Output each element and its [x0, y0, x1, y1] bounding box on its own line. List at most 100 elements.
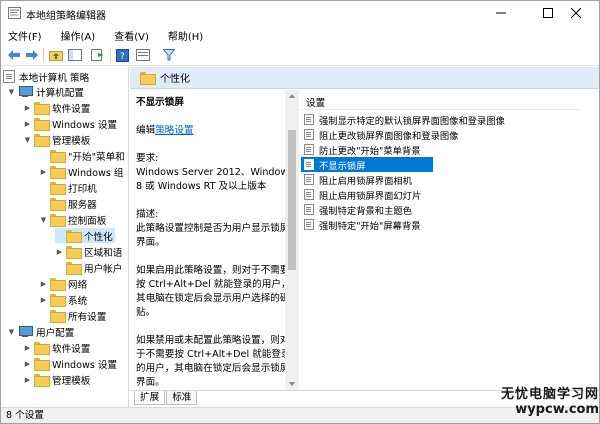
tree-node-network[interactable]: ▶ 网络 — [39, 276, 87, 291]
tree-node-user-admin-templates[interactable]: ▶ 管理模板 — [23, 372, 90, 387]
tree-node-system[interactable]: ▶ 系统 — [39, 292, 87, 307]
menu-action[interactable]: 操作(A) — [61, 28, 96, 43]
expand-icon[interactable]: ▶ — [39, 276, 48, 291]
folder-icon — [50, 214, 66, 227]
expand-icon[interactable]: ▶ — [23, 116, 32, 131]
tree-node-user-config[interactable]: ▼ 用户配置 — [7, 324, 74, 339]
computer-icon — [18, 85, 33, 98]
watermark-url: wypcw.com — [515, 402, 599, 417]
tree-node-user-windows-settings[interactable]: ▶ Windows 设置 — [23, 356, 117, 371]
tree-node-windows-settings[interactable]: ▶ Windows 设置 — [23, 116, 117, 131]
gpedit-window: 本地组策略编辑器 文件(F) 操作(A) 查看(V) 帮助(H) ? 本地计算机… — [0, 0, 600, 424]
policy-setting-icon — [304, 129, 314, 140]
export-icon — [91, 49, 104, 61]
list-item[interactable]: 防止更改"开始"菜单背景 — [301, 142, 581, 157]
menu-view[interactable]: 查看(V) — [114, 28, 149, 43]
list-item[interactable]: 强制特定背景和主题色 — [301, 202, 581, 217]
tree-node-windows-components[interactable]: ▶ Windows 组 — [39, 164, 123, 179]
tree-node-start-menu[interactable]: "开始"菜单和 — [39, 148, 125, 163]
tree-node-label: 服务器 — [68, 199, 97, 211]
list-item[interactable]: 阻止更改锁屏界面图像和登录图像 — [301, 127, 581, 142]
collapse-icon[interactable]: ▼ — [7, 324, 16, 339]
minimize-button[interactable] — [479, 1, 523, 25]
expand-icon[interactable]: ▶ — [39, 164, 48, 179]
expand-icon[interactable]: ▶ — [39, 292, 48, 307]
close-button[interactable] — [554, 1, 598, 25]
scroll-up-icon[interactable] — [289, 94, 295, 98]
user-config-icon — [18, 325, 33, 338]
expand-icon[interactable]: ▶ — [23, 356, 32, 371]
show-tree-button[interactable] — [67, 47, 83, 63]
policy-setting-icon — [304, 174, 314, 185]
folder-icon — [50, 182, 66, 195]
list-item-label: 阻止启用锁屏界面相机 — [319, 175, 412, 187]
scroll-down-icon[interactable] — [289, 382, 295, 386]
edit-policy-link[interactable]: 策略设置 — [155, 125, 193, 136]
policy-setting-icon — [304, 114, 314, 125]
folder-icon — [50, 198, 66, 211]
menu-help[interactable]: 帮助(H) — [168, 28, 203, 43]
expand-icon[interactable]: ▶ — [55, 244, 64, 259]
list-item[interactable]: 阻止启用锁屏界面幻灯片 — [301, 187, 581, 202]
tree-node-server[interactable]: 服务器 — [39, 196, 97, 211]
tree-node-software-settings[interactable]: ▶ 软件设置 — [23, 100, 90, 115]
expand-icon[interactable]: ▶ — [23, 100, 32, 115]
folder-up-icon — [49, 51, 63, 61]
menu-bar: 文件(F) 操作(A) 查看(V) 帮助(H) — [1, 27, 599, 44]
expand-icon[interactable]: ▶ — [23, 372, 32, 387]
back-button[interactable] — [6, 47, 22, 63]
tree-node-label: 本地计算机 策略 — [19, 72, 90, 84]
tree-node-all-settings[interactable]: 所有设置 — [39, 308, 106, 323]
column-header-setting[interactable]: 设置 — [301, 94, 581, 110]
folder-icon — [50, 294, 66, 307]
up-folder-button[interactable] — [48, 47, 64, 63]
description-label: 描述: — [136, 209, 159, 220]
properties-button[interactable] — [135, 47, 151, 63]
minimize-icon — [496, 12, 506, 14]
console-tree-icon — [68, 49, 82, 61]
tree-node-computer-config[interactable]: ▼ 计算机配置 — [7, 84, 84, 99]
menu-file[interactable]: 文件(F) — [8, 28, 42, 43]
filter-button[interactable] — [161, 47, 177, 63]
list-item[interactable]: 阻止启用锁屏界面相机 — [301, 172, 581, 187]
tree-node-printers[interactable]: 打印机 — [39, 180, 97, 195]
tree-node-admin-templates[interactable]: ▼ 管理模板 — [23, 132, 90, 147]
tree-node-label: "开始"菜单和 — [68, 151, 125, 163]
tab-extended[interactable]: 扩展 — [134, 391, 166, 405]
scrollbar-thumb[interactable] — [288, 130, 296, 270]
collapse-icon[interactable]: ▼ — [7, 84, 16, 99]
folder-icon — [34, 134, 50, 147]
tree-node-regional[interactable]: ▶ 区域和语 — [55, 244, 122, 259]
tree-node-label: 管理模板 — [52, 135, 91, 147]
folder-icon — [66, 246, 82, 259]
tree-node-personalization[interactable]: 个性化 — [55, 228, 115, 243]
description-scrollbar[interactable] — [285, 90, 299, 390]
tree-node-label: Windows 设置 — [52, 119, 118, 131]
collapse-icon[interactable]: ▼ — [23, 132, 32, 147]
tab-standard[interactable]: 标准 — [166, 391, 198, 405]
svg-text:?: ? — [120, 52, 125, 62]
tree-node-user-software-settings[interactable]: ▶ 软件设置 — [23, 340, 90, 355]
export-list-button[interactable] — [90, 47, 106, 63]
title-bar: 本地组策略编辑器 — [1, 1, 599, 27]
folder-icon — [34, 358, 50, 371]
list-item[interactable]: 强制显示特定的默认锁屏界面图像和登录图像 — [301, 112, 581, 127]
tree-root[interactable]: 本地计算机 策略 — [3, 69, 89, 84]
filter-icon — [163, 49, 175, 61]
tree-node-control-panel[interactable]: ▼ 控制面板 — [39, 212, 106, 227]
tree-node-user-accounts[interactable]: 用户帐户 — [55, 260, 122, 275]
edit-line: 编辑策略设置 — [136, 124, 295, 138]
list-item-label: 防止更改"开始"菜单背景 — [319, 145, 421, 157]
help-button[interactable]: ? — [115, 47, 131, 63]
folder-icon — [34, 118, 50, 131]
list-item-selected[interactable]: 不显示锁屏 — [301, 157, 433, 172]
collapse-icon[interactable]: ▼ — [39, 212, 48, 227]
list-item[interactable]: 强制特定"开始"屏幕背景 — [301, 217, 581, 232]
policy-editor-icon — [8, 7, 21, 19]
expand-icon[interactable]: ▶ — [23, 340, 32, 355]
list-item-label: 阻止更改锁屏界面图像和登录图像 — [319, 130, 459, 142]
forward-button[interactable] — [24, 47, 40, 63]
